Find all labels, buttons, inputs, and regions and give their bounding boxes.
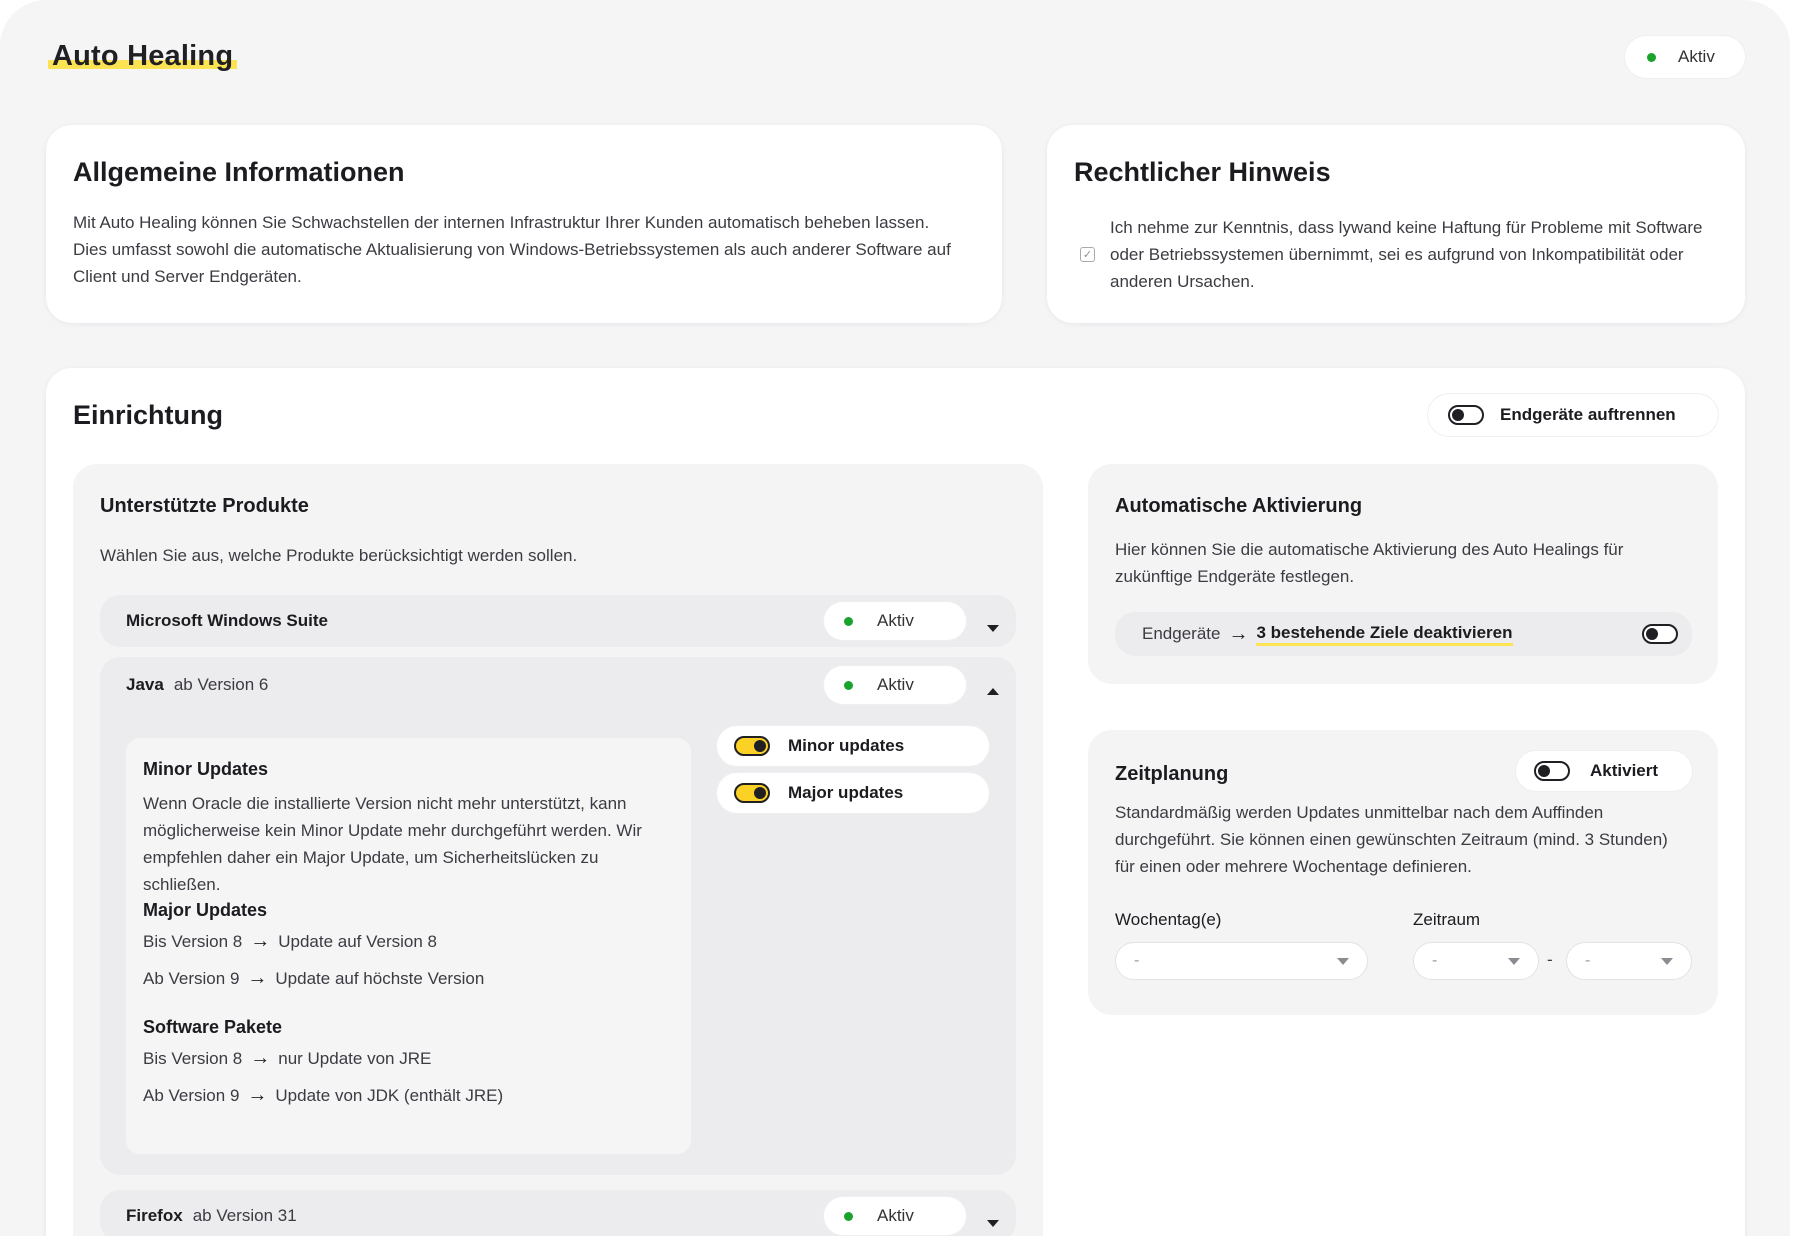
major-update-line: Ab Version 9 → Update auf höchste Versio…	[143, 967, 484, 990]
status-label: Aktiv	[1678, 47, 1715, 66]
auto-activation-panel: Automatische Aktivierung Hier können Sie…	[1088, 464, 1718, 684]
auto-activation-row: Endgeräte → 3 bestehende Ziele deaktivie…	[1115, 612, 1692, 656]
package-line: Bis Version 8 → nur Update von JRE	[143, 1047, 431, 1070]
chevron-down-icon	[1508, 952, 1520, 970]
line-from: Ab Version 9	[143, 1085, 240, 1105]
product-version: ab Version 31	[192, 1206, 297, 1225]
major-updates-toggle[interactable]: Major updates	[717, 773, 989, 813]
package-line: Ab Version 9 → Update von JDK (enthält J…	[143, 1084, 503, 1107]
status-dot-icon	[844, 1211, 853, 1221]
auto-activation-text: Hier können Sie die automatische Aktivie…	[1115, 540, 1624, 586]
product-version: ab Version 6	[173, 675, 269, 694]
line-to: Update auf höchste Version	[275, 968, 485, 988]
line-to: nur Update von JRE	[278, 1048, 432, 1068]
arrow-right-icon: →	[250, 930, 271, 952]
line-from: Bis Version 8	[143, 931, 243, 951]
line-from: Bis Version 8	[143, 1048, 243, 1068]
chevron-down-icon[interactable]	[987, 1212, 999, 1232]
supported-products-title: Unterstützte Produkte	[100, 495, 309, 517]
weekday-label: Wochentag(e)	[1115, 910, 1222, 929]
arrow-right-icon: →	[1228, 622, 1249, 645]
arrow-right-icon: →	[247, 967, 268, 989]
range-from-select[interactable]: -	[1413, 942, 1539, 980]
chevron-up-icon[interactable]	[987, 680, 999, 700]
line-from: Ab Version 9	[143, 968, 240, 988]
checkmark-icon: ✓	[1082, 249, 1093, 261]
supported-products-panel: Unterstützte Produkte Wählen Sie aus, we…	[73, 464, 1043, 1236]
status-dot-icon	[844, 616, 853, 626]
auto-activation-title: Automatische Aktivierung	[1115, 495, 1363, 517]
weekday-select[interactable]: -	[1115, 942, 1368, 980]
arrow-right-icon: →	[247, 1084, 268, 1106]
product-row-firefox[interactable]: Firefox ab Version 31 Aktiv	[100, 1190, 1016, 1236]
split-devices-switch[interactable]	[1448, 405, 1484, 425]
product-status-badge: Aktiv	[824, 602, 966, 640]
status-label: Aktiv	[877, 1206, 914, 1225]
line-to: Update von JDK (enthält JRE)	[275, 1085, 504, 1105]
status-dot-icon	[1647, 52, 1656, 62]
status-dot-icon	[844, 680, 853, 690]
schedule-panel: Zeitplanung Aktiviert Standardmäßig werd…	[1088, 730, 1718, 1015]
minor-updates-switch[interactable]	[734, 736, 770, 756]
product-name: Microsoft Windows Suite	[126, 611, 328, 630]
product-name: Firefox	[126, 1206, 183, 1225]
page-title: Auto Healing	[48, 40, 238, 73]
split-devices-toggle[interactable]: Endgeräte auftrennen	[1428, 394, 1718, 436]
status-label: Aktiv	[877, 675, 914, 694]
legal-checkbox[interactable]: ✓	[1080, 247, 1095, 262]
legal-notice-card: Rechtlicher Hinweis ✓ Ich nehme zur Kenn…	[1047, 125, 1745, 323]
general-info-title: Allgemeine Informationen	[73, 157, 405, 187]
major-updates-title: Major Updates	[143, 900, 268, 920]
page: Auto Healing Aktiv Allgemeine Informatio…	[0, 0, 1790, 1236]
chevron-down-icon[interactable]	[987, 617, 999, 637]
major-update-line: Bis Version 8 → Update auf Version 8	[143, 930, 437, 953]
supported-products-subtitle: Wählen Sie aus, welche Produkte berücksi…	[100, 546, 578, 565]
split-devices-label: Endgeräte auftrennen	[1500, 405, 1676, 424]
range-to-select[interactable]: -	[1566, 942, 1692, 980]
product-row-microsoft[interactable]: Microsoft Windows Suite Aktiv	[100, 595, 1016, 647]
software-packages-title: Software Pakete	[143, 1017, 283, 1037]
chevron-down-icon	[1337, 952, 1349, 970]
schedule-toggle-label: Aktiviert	[1590, 761, 1659, 780]
schedule-toggle[interactable]: Aktiviert	[1516, 751, 1692, 791]
devices-label: Endgeräte	[1142, 624, 1221, 643]
minor-updates-title: Minor Updates	[143, 759, 269, 779]
legal-notice-text: Ich nehme zur Kenntnis, dass lywand kein…	[1110, 218, 1703, 291]
toggle-label: Minor updates	[788, 736, 905, 755]
product-row-java[interactable]: Java ab Version 6 Aktiv	[100, 657, 1016, 713]
select-value: -	[1134, 952, 1140, 969]
java-expanded-panel: Java ab Version 6 Aktiv Minor Updates We…	[100, 657, 1016, 1175]
java-info-box: Minor Updates Wenn Oracle die installier…	[126, 738, 691, 1154]
schedule-text: Standardmäßig werden Updates unmittelbar…	[1115, 803, 1668, 876]
auto-activation-switch[interactable]	[1642, 624, 1678, 644]
status-label: Aktiv	[877, 611, 914, 630]
global-status-badge: Aktiv	[1625, 36, 1745, 78]
range-separator: -	[1547, 950, 1553, 969]
product-status-badge: Aktiv	[824, 666, 966, 704]
line-to: Update auf Version 8	[278, 931, 438, 951]
minor-updates-toggle[interactable]: Minor updates	[717, 726, 989, 766]
product-name: Java	[126, 675, 164, 694]
product-status-badge: Aktiv	[824, 1197, 966, 1235]
deactivate-targets-link[interactable]: 3 bestehende Ziele deaktivieren	[1256, 623, 1513, 646]
select-value: -	[1585, 952, 1591, 969]
setup-title: Einrichtung	[73, 400, 223, 430]
legal-notice-title: Rechtlicher Hinweis	[1074, 157, 1331, 187]
select-value: -	[1432, 952, 1438, 969]
chevron-down-icon	[1661, 952, 1673, 970]
range-label: Zeitraum	[1413, 910, 1481, 929]
toggle-label: Major updates	[788, 783, 904, 802]
arrow-right-icon: →	[250, 1047, 271, 1069]
general-info-text: Mit Auto Healing können Sie Schwachstell…	[73, 213, 951, 286]
major-updates-switch[interactable]	[734, 783, 770, 803]
minor-updates-text: Wenn Oracle die installierte Version nic…	[143, 794, 642, 894]
setup-card: Einrichtung Endgeräte auftrennen Unterst…	[46, 368, 1745, 1236]
schedule-switch[interactable]	[1534, 761, 1570, 781]
schedule-title: Zeitplanung	[1115, 763, 1229, 785]
general-info-card: Allgemeine Informationen Mit Auto Healin…	[46, 125, 1002, 323]
